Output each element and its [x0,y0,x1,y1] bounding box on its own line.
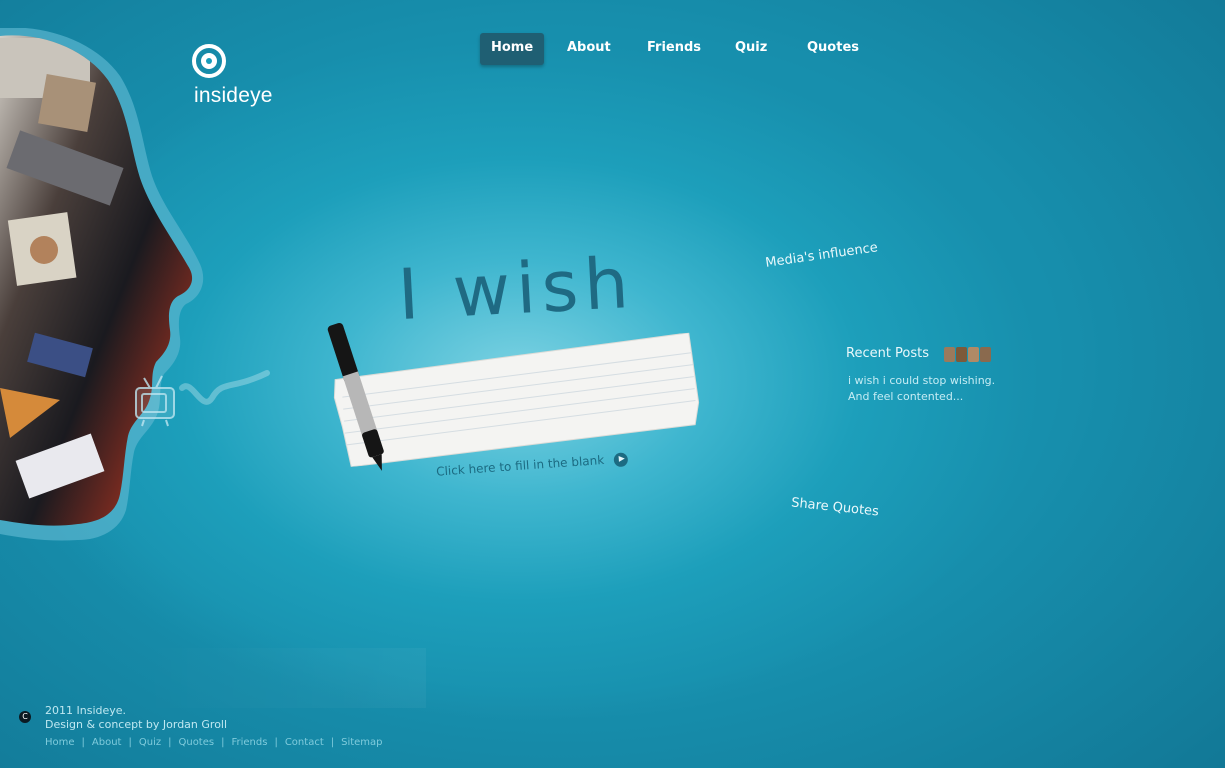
footer-link-quotes[interactable]: Quotes [178,737,214,748]
footer-separator: | [128,737,132,748]
avatar[interactable] [980,347,991,362]
footer-link-sitemap[interactable]: Sitemap [341,737,382,748]
footer-separator: | [168,737,172,748]
footer-link-home[interactable]: Home [45,737,75,748]
footer-link-quiz[interactable]: Quiz [139,737,161,748]
media-influence-link[interactable]: Media's influence [765,240,879,271]
footer-separator: | [221,737,225,748]
nav-friends[interactable]: Friends [636,33,712,65]
recent-posts-avatars [944,347,991,362]
nav-about[interactable]: About [556,33,622,65]
play-icon[interactable] [613,451,629,467]
avatar[interactable] [968,347,979,362]
insideye-logo[interactable]: insideye [192,44,292,114]
footer-separator: | [330,737,335,748]
eye-pupil-icon [201,53,217,69]
footer-credit: Design & concept by Jordan Groll [45,718,228,731]
footer-copyright: 2011 Insideye. [45,704,127,717]
footer-glow [140,648,426,708]
nav-quiz[interactable]: Quiz [724,33,778,65]
recent-post-line2: And feel contented... [848,390,964,403]
footer-separator: | [274,737,278,748]
recent-post-line1: i wish i could stop wishing. [848,374,996,387]
logo-text: insideye [194,84,273,107]
footer-links: Home | About | Quiz | Quotes | Friends | Contact | S… [45,737,383,748]
recent-post-excerpt[interactable]: i wish i could stop wishing. And feel co… [848,373,995,405]
footer-separator: | [81,737,85,748]
copyright-icon: C [19,711,31,723]
marker-pen-icon [327,322,384,471]
footer-link-friends[interactable]: Friends [231,737,267,748]
footer-link-about[interactable]: About [92,737,122,748]
footer-link-contact[interactable]: Contact [285,737,324,748]
recent-posts-title: Recent Posts [846,346,930,361]
avatar[interactable] [956,347,967,362]
tv-icon [135,370,270,427]
avatar[interactable] [944,347,955,362]
nav-quotes[interactable]: Quotes [796,33,870,65]
head-collage-image [0,28,204,541]
share-quotes-link[interactable]: Share Quotes [790,495,879,519]
hero-headline: I wish [396,241,637,337]
nav-home[interactable]: Home [480,33,545,65]
